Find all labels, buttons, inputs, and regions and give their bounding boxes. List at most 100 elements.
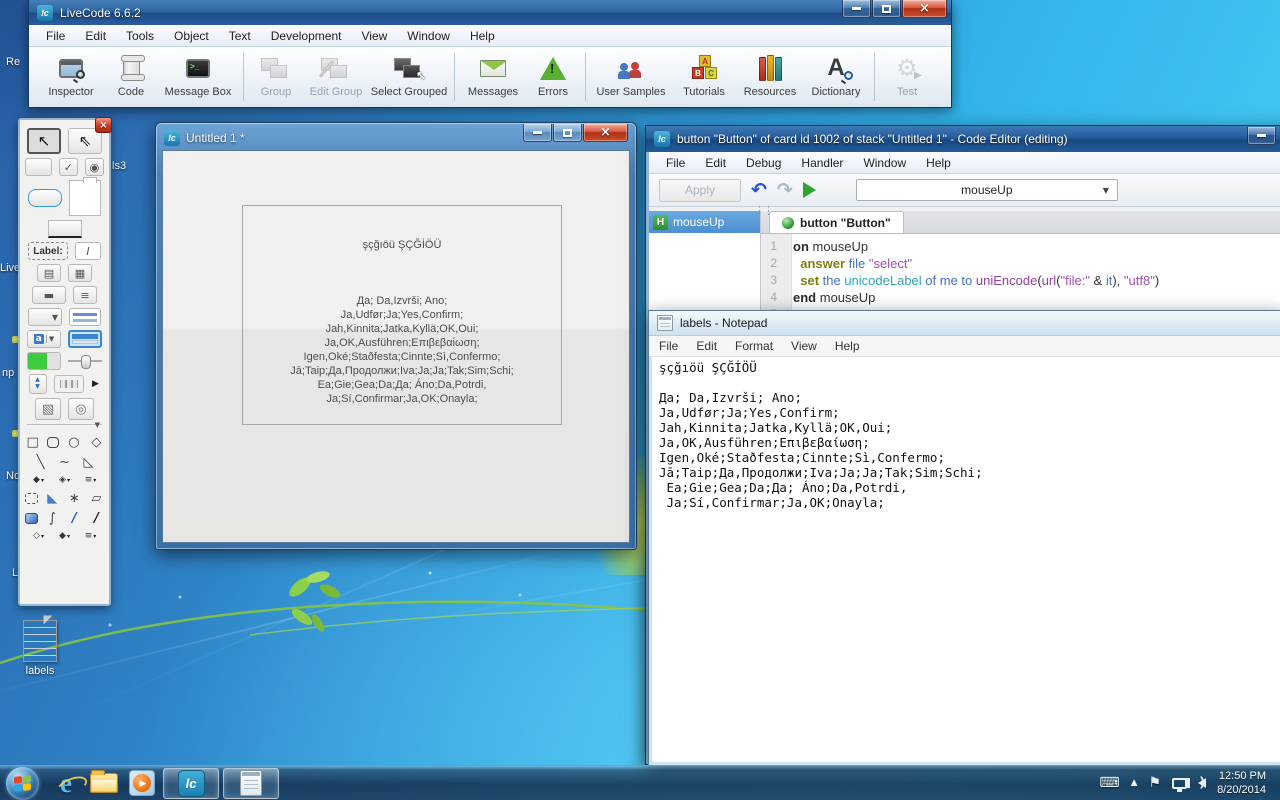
panel-tool[interactable] — [69, 180, 101, 216]
desktop-icon-label-partial[interactable]: np — [2, 367, 14, 379]
toolbar-select-grouped[interactable]: ↖Select Grouped — [370, 51, 448, 98]
network-tray-icon[interactable] — [1172, 778, 1187, 789]
taskbar-internet-explorer[interactable]: e — [47, 767, 85, 800]
button-tool[interactable] — [25, 158, 52, 176]
rect-button-tool[interactable] — [48, 220, 82, 238]
close-button[interactable]: × — [583, 124, 628, 142]
keyboard-tray-icon[interactable]: ⌨ — [1099, 775, 1119, 791]
maximize-button[interactable] — [553, 124, 582, 142]
apply-button[interactable]: Apply — [659, 179, 741, 202]
brush-tool[interactable]: / — [89, 510, 104, 526]
taskbar-notepad-active[interactable] — [223, 768, 279, 799]
stack-title-bar[interactable]: lc Untitled 1 * × — [159, 126, 633, 149]
line-tool[interactable]: ╲ — [32, 454, 49, 470]
main-title-bar[interactable]: lc LiveCode 6.6.2 × — [29, 0, 951, 25]
start-button[interactable] — [6, 767, 39, 800]
expander-tool[interactable]: ▶ — [91, 375, 101, 393]
menu-item-text[interactable]: Text — [220, 27, 260, 45]
scrolling-field-tool[interactable]: ▤ — [37, 264, 61, 282]
stack-card-area[interactable]: şçğıöü ŞÇĞİÖÜ Да; Da,Izvrši; Ano; Ja,Udf… — [162, 150, 630, 543]
minimize-button[interactable] — [842, 0, 871, 18]
pencil-dropdown-tool[interactable]: ◆▾ — [29, 474, 48, 486]
stroke-dropdown-tool[interactable]: ◆▾ — [55, 530, 74, 542]
oval-tool[interactable]: ○ — [66, 434, 81, 450]
toolbar-message-box[interactable]: Message Box — [159, 51, 237, 98]
radio-button-tool[interactable]: ◉ — [85, 158, 104, 176]
stepper-tool[interactable]: ▲▼ — [29, 374, 47, 394]
menu-item-debug[interactable]: Debug — [737, 154, 790, 172]
toolbar-group[interactable]: Group — [250, 51, 302, 98]
scrollbar-tool[interactable] — [68, 330, 102, 348]
lines-dropdown-tool[interactable]: ≡▾ — [81, 474, 100, 486]
undo-icon[interactable]: ↶ — [751, 181, 767, 200]
desktop-icon-label-partial[interactable]: ls3 — [112, 160, 126, 172]
action-center-flag-icon[interactable]: ⚑ — [1149, 775, 1162, 791]
maximize-button[interactable] — [872, 0, 901, 18]
menu-item-format[interactable]: Format — [727, 337, 781, 355]
list-field-tool[interactable]: ≡ — [73, 286, 97, 304]
menu-item-file[interactable]: File — [657, 154, 694, 172]
pulldown-menu-tool[interactable] — [69, 308, 101, 326]
table-field-tool[interactable]: ▦ — [68, 264, 92, 282]
toolbar-resources[interactable]: Resources — [738, 51, 802, 98]
desktop-icon-labels[interactable]: labels — [10, 620, 70, 677]
handler-list-item-mouseup[interactable]: H mouseUp — [649, 211, 760, 233]
taskbar-clock[interactable]: 12:50 PM 8/20/2014 — [1217, 769, 1270, 797]
menu-item-help[interactable]: Help — [827, 337, 868, 355]
menu-item-view[interactable]: View — [352, 27, 396, 45]
menu-item-edit[interactable]: Edit — [688, 337, 725, 355]
taskbar-media-player[interactable]: ▶ — [123, 767, 161, 800]
polygon-tool[interactable]: ◺ — [80, 454, 97, 470]
option-menu-tool[interactable]: ▼ — [28, 308, 62, 326]
volume-tray-icon[interactable] — [1198, 778, 1206, 788]
menu-item-tools[interactable]: Tools — [117, 27, 163, 45]
toolbar-edit-group[interactable]: Edit Group — [304, 51, 368, 98]
graphic-tool[interactable]: ▧ — [35, 398, 61, 420]
menu-item-handler[interactable]: Handler — [792, 154, 852, 172]
combo-box-tool[interactable]: a▼ — [27, 330, 61, 348]
rectangle-tool[interactable]: □ — [25, 434, 40, 450]
menu-item-file[interactable]: File — [651, 337, 686, 355]
slider-tool[interactable] — [68, 352, 102, 370]
run-icon[interactable] — [803, 182, 816, 198]
menu-item-object[interactable]: Object — [165, 27, 218, 45]
panel-splitter-handle[interactable]: ⋮⋮ — [754, 204, 772, 217]
notepad-title-bar[interactable]: labels - Notepad — [649, 311, 1280, 336]
menu-item-window[interactable]: Window — [398, 27, 459, 45]
curve-tool[interactable]: ~ — [56, 454, 73, 470]
progress-bar-tool[interactable] — [27, 352, 61, 370]
browse-tool[interactable]: ↖ — [27, 128, 61, 154]
diamond-tool[interactable]: ◇ — [89, 434, 104, 450]
ink-dropdown-tool[interactable]: ◈▾ — [55, 474, 74, 486]
minimize-button[interactable] — [523, 124, 552, 142]
select-area-tool[interactable] — [25, 493, 38, 504]
toolbar-messages[interactable]: Messages — [461, 51, 525, 98]
toolbar-inspector[interactable]: Inspector — [39, 51, 103, 98]
toolbar-dictionary[interactable]: ADictionary — [804, 51, 868, 98]
toolbar-user-samples[interactable]: User Samples — [592, 51, 670, 98]
redo-icon[interactable]: ↷ — [777, 181, 793, 200]
pencil-tool[interactable]: / — [67, 510, 82, 526]
menu-item-development[interactable]: Development — [262, 27, 351, 45]
code-editor-title-bar[interactable]: lc button "Button" of card id 1002 of st… — [646, 126, 1280, 152]
menu-item-edit[interactable]: Edit — [76, 27, 115, 45]
player-tool[interactable]: ◎ — [68, 398, 94, 420]
menu-item-help[interactable]: Help — [461, 27, 504, 45]
checkbox-tool[interactable]: ✓ — [59, 158, 78, 176]
freehand-tool[interactable]: ∫ — [45, 510, 60, 526]
toolbar-errors[interactable]: Errors — [527, 51, 579, 98]
menu-item-file[interactable]: File — [37, 27, 74, 45]
menu-item-window[interactable]: Window — [854, 154, 915, 172]
menu-item-help[interactable]: Help — [917, 154, 960, 172]
bucket-fill-tool[interactable]: ◣ — [45, 490, 60, 506]
show-hidden-icons-button[interactable]: ▲ — [1131, 778, 1138, 788]
toolbar-tutorials[interactable]: ABCTutorials — [672, 51, 736, 98]
entry-field-tool[interactable]: I — [75, 242, 101, 260]
toolbar-test[interactable]: ⚙Test — [881, 51, 933, 98]
toolbar-code[interactable]: Code — [105, 51, 157, 98]
pattern-dropdown-tool[interactable]: ≡▾ — [81, 530, 100, 542]
gradient-rect-tool[interactable] — [25, 513, 38, 524]
fill-dropdown-tool[interactable]: ◇▾ — [29, 530, 48, 542]
eraser-tool[interactable]: ▱ — [89, 490, 104, 506]
palette-section-divider[interactable] — [27, 424, 102, 428]
